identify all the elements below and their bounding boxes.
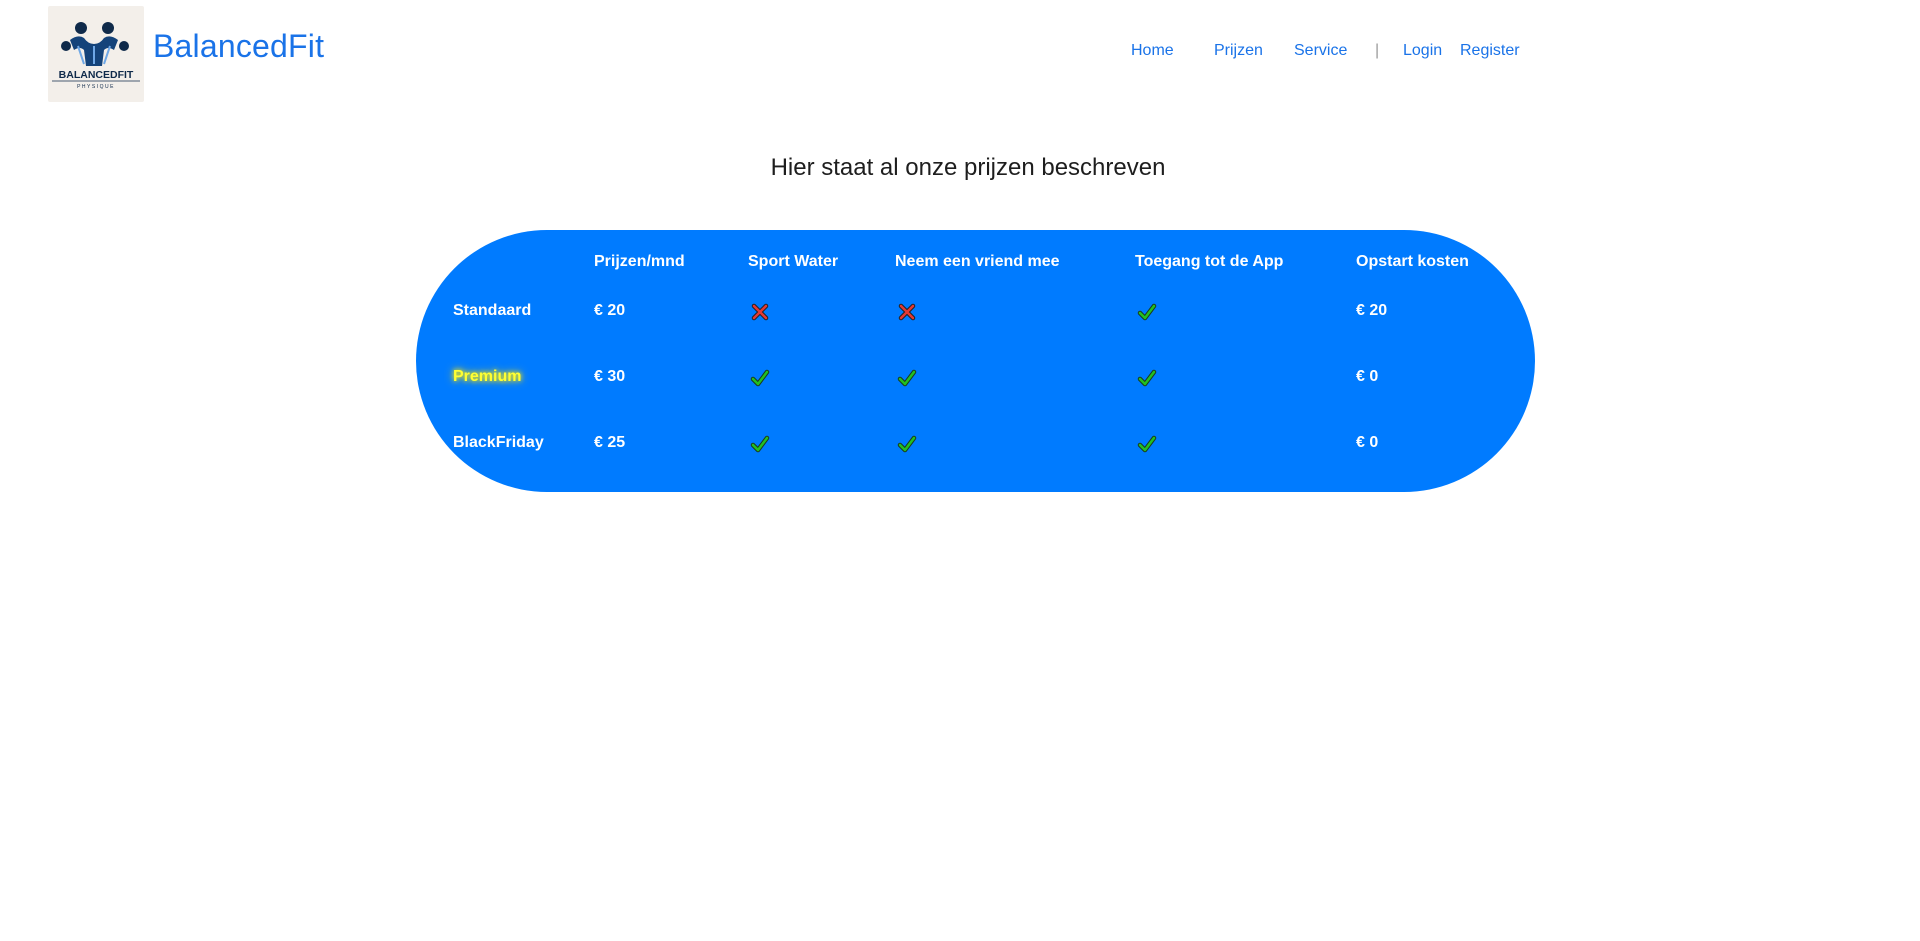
plan-opstart-blackfriday: € 0 (1356, 434, 1379, 451)
plan-name-blackfriday: BlackFriday (453, 434, 544, 451)
plan-price-blackfriday: € 25 (594, 434, 626, 451)
check-icon (750, 435, 770, 453)
check-icon (1137, 435, 1157, 453)
nav-login-link[interactable]: Login (1403, 42, 1442, 59)
pricing-table: Prijzen/mnd Sport Water Neem een vriend … (416, 230, 1535, 492)
logo-text-main: BALANCEDFIT (59, 69, 134, 81)
page-title: Hier staat al onze prijzen beschreven (770, 154, 1166, 181)
logo[interactable]: BALANCEDFIT PHYSIQUE (48, 6, 144, 102)
column-header-price: Prijzen/mnd (594, 253, 685, 270)
logo-text-sub: PHYSIQUE (77, 84, 115, 90)
nav-service-link[interactable]: Service (1294, 42, 1347, 59)
nav-register-link[interactable]: Register (1460, 42, 1520, 59)
logo-graphic: BALANCEDFIT PHYSIQUE (52, 22, 140, 90)
nav-home-link[interactable]: Home (1131, 42, 1174, 59)
brand-name[interactable]: BalancedFit (153, 28, 324, 65)
plan-opstart-standaard: € 20 (1356, 302, 1388, 319)
check-icon (750, 369, 770, 387)
check-icon (897, 369, 917, 387)
column-header-app: Toegang tot de App (1135, 253, 1284, 270)
cross-icon (751, 303, 769, 321)
column-header-opstart: Opstart kosten (1356, 253, 1469, 270)
column-header-vriend: Neem een vriend mee (895, 253, 1060, 270)
plan-price-premium: € 30 (594, 368, 626, 385)
plan-name-standaard: Standaard (453, 302, 532, 319)
check-icon (1137, 303, 1157, 321)
check-icon (1137, 369, 1157, 387)
site-header: BALANCEDFIT PHYSIQUE BalancedFit Home Pr… (0, 0, 1920, 110)
cross-icon (898, 303, 916, 321)
column-header-sport-water: Sport Water (748, 253, 839, 270)
check-icon (897, 435, 917, 453)
nav-separator: | (1375, 42, 1380, 59)
plan-opstart-premium: € 0 (1356, 368, 1379, 385)
plan-name-premium: Premium (453, 368, 522, 385)
nav-prijzen-link[interactable]: Prijzen (1214, 42, 1263, 59)
plan-price-standaard: € 20 (594, 302, 626, 319)
